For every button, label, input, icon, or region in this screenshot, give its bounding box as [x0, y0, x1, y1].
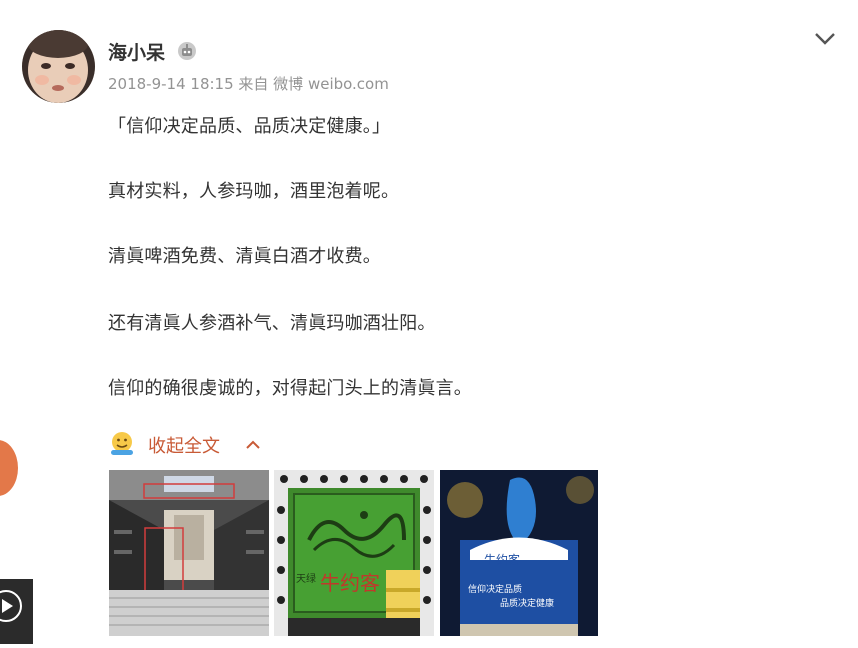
avatar[interactable] [22, 30, 95, 103]
chevron-up-icon[interactable] [244, 436, 262, 450]
collapse-button[interactable]: 收起全文 [148, 432, 220, 458]
post-meta: 2018-9-14 18:15 来自 微博 weibo.com [108, 73, 389, 94]
blue-poster-photo[interactable]: 牛约客 信仰决定品质 品质决定健康 [440, 470, 598, 636]
sign-text-brand: 牛约客 [320, 571, 380, 595]
poster-line-2: 品质决定健康 [500, 597, 554, 609]
username[interactable]: 海小呆 [108, 38, 165, 65]
post-paragraph: 还有清眞人参酒补气、清眞玛咖酒壮阳。 [108, 313, 436, 334]
post-paragraph: 信仰的确很虔诚的，对得起门头上的清眞言。 [108, 378, 472, 399]
hug-emoji-icon [108, 430, 136, 458]
poster-line-1: 信仰决定品质 [468, 583, 522, 595]
sign-text-left: 天绿 [296, 572, 316, 585]
post-date[interactable]: 2018-9-14 18:15 [108, 75, 234, 93]
robot-badge-icon [176, 40, 198, 62]
play-icon[interactable] [0, 579, 33, 644]
stairway-photo[interactable] [109, 470, 269, 636]
post-paragraph: 真材实料，人参玛咖，酒里泡着呢。 [108, 181, 400, 202]
poster-brand: 牛约客 [484, 552, 520, 567]
post-source: 来自 微博 weibo.com [238, 75, 389, 93]
post-paragraph: 清眞啤酒免费、清眞白酒才收费。 [108, 246, 381, 267]
chevron-down-icon[interactable] [812, 28, 838, 48]
green-sign-photo[interactable]: 天绿 牛约客 [274, 470, 434, 636]
post-paragraph: 「信仰决定品质、品质决定健康。」 [108, 116, 391, 137]
weibo-post-card: 海小呆 2018-9-14 18:15 来自 微博 weibo.com 「信仰决… [0, 0, 858, 636]
